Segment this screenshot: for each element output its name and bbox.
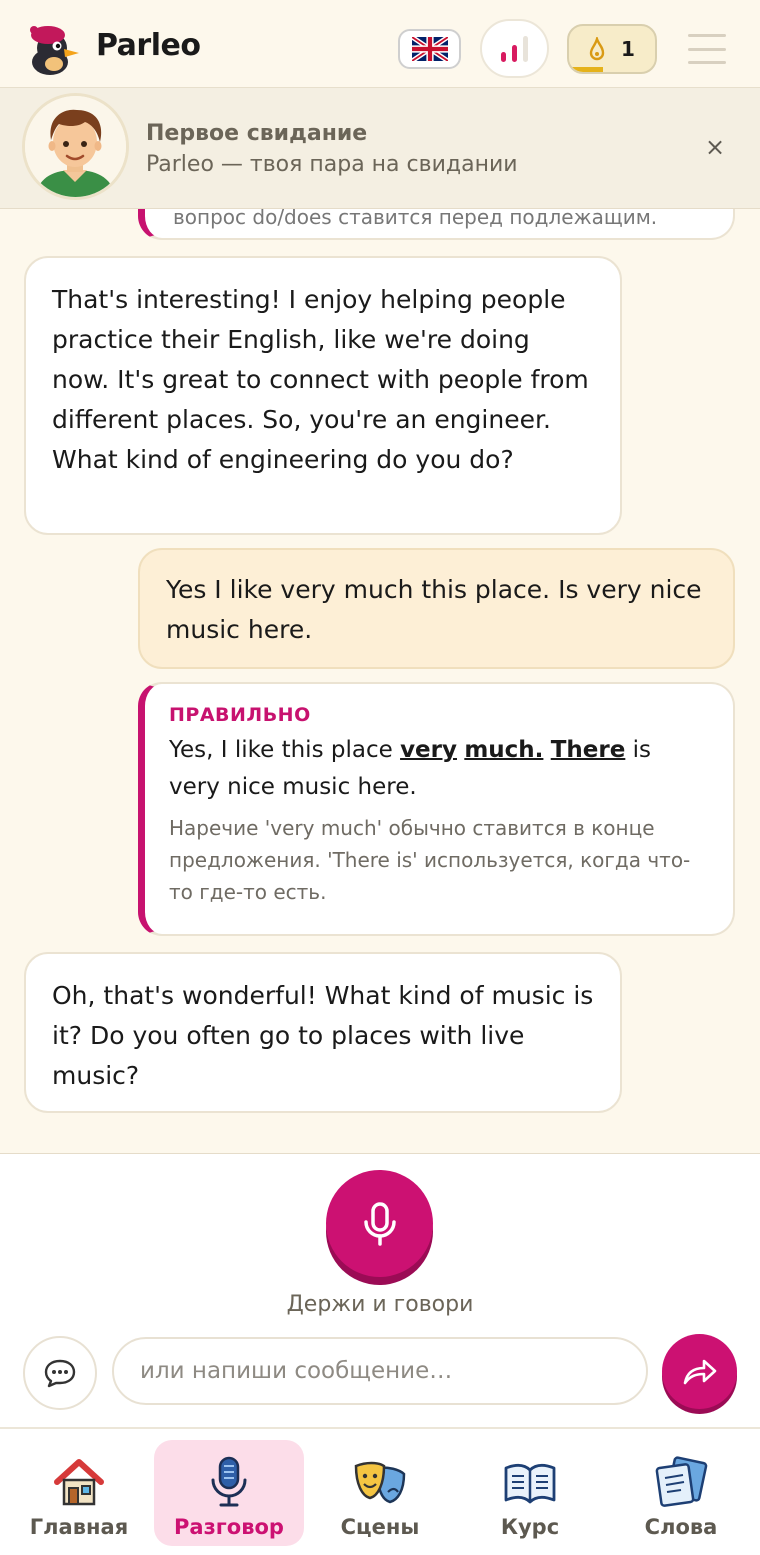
- bot-message-text: That's interesting! I enjoy helping peop…: [52, 285, 589, 474]
- nav-label: Разговор: [174, 1515, 284, 1539]
- nav-item-words[interactable]: Слова: [606, 1440, 756, 1546]
- nav-label: Главная: [29, 1515, 129, 1539]
- message-input[interactable]: [112, 1337, 648, 1405]
- nav-label: Сцены: [340, 1515, 420, 1539]
- text-chat-toggle-button[interactable]: [23, 1336, 97, 1410]
- correction-label: ПРАВИЛЬНО: [169, 704, 311, 726]
- send-arrow-icon: [683, 1359, 716, 1384]
- bot-message-text: Oh, that's wonderful! What kind of music…: [52, 981, 594, 1090]
- close-icon[interactable]: ×: [700, 132, 730, 162]
- correction-bubble-partial: вопрос do/does ставится перед подлежащим…: [138, 209, 735, 240]
- nav-label: Курс: [500, 1515, 560, 1539]
- hold-to-talk-button[interactable]: [326, 1170, 433, 1285]
- input-area: Держи и говори: [0, 1153, 760, 1427]
- scenario-subtitle: Parleo — твоя пара на свидании: [146, 152, 518, 177]
- app-header: Parleo 1: [0, 0, 760, 88]
- hold-to-talk-label: Держи и говори: [286, 1292, 474, 1317]
- bottom-navigation: Главная Разговор Сцены Курс Слова: [0, 1427, 760, 1555]
- open-book-icon: [504, 1463, 556, 1504]
- house-icon: [54, 1459, 104, 1506]
- flashcards-icon: [655, 1456, 708, 1507]
- flame-icon: [589, 37, 605, 61]
- streak-button[interactable]: 1: [567, 24, 657, 74]
- nav-item-home[interactable]: Главная: [4, 1440, 154, 1546]
- corrected-sentence: Yes, I like this place very much. There …: [169, 732, 709, 806]
- corrected-highlight: very: [400, 737, 457, 763]
- bar-chart-icon: [500, 35, 528, 62]
- parleo-bird-logo-icon[interactable]: [24, 22, 80, 76]
- nav-item-course[interactable]: Курс: [455, 1440, 605, 1546]
- nav-item-scenes[interactable]: Сцены: [305, 1440, 455, 1546]
- microphone-icon: [363, 1201, 396, 1246]
- bot-message: Oh, that's wonderful! What kind of music…: [24, 952, 622, 1113]
- chat-bubble-icon: [44, 1359, 76, 1388]
- partner-avatar: [22, 93, 129, 200]
- correction-note: Наречие 'very much' обычно ставится в ко…: [169, 816, 691, 904]
- chat-messages: вопрос do/does ставится перед подлежащим…: [0, 209, 760, 1153]
- correction-bubble: ПРАВИЛЬНО Yes, I like this place very mu…: [138, 682, 735, 936]
- brand-name[interactable]: Parleo: [96, 28, 201, 63]
- send-button[interactable]: [662, 1334, 737, 1414]
- progress-stats-button[interactable]: [480, 19, 549, 78]
- scenario-banner: Первое свидание Parleo — твоя пара на св…: [0, 88, 760, 209]
- streak-count: 1: [621, 37, 635, 61]
- streak-progress-bar: [569, 67, 604, 72]
- corrected-highlight: There: [550, 737, 626, 763]
- hamburger-menu-icon[interactable]: [688, 34, 726, 64]
- user-message-text: Yes I like very much this place. Is very…: [166, 575, 702, 644]
- nav-label: Слова: [644, 1515, 718, 1539]
- corrected-highlight: much.: [464, 737, 544, 763]
- correction-note: вопрос do/does ставится перед подлежащим…: [173, 209, 658, 229]
- uk-flag-icon: [411, 37, 448, 61]
- bot-message: That's interesting! I enjoy helping peop…: [24, 256, 622, 535]
- microphone-icon: [211, 1456, 247, 1507]
- scenario-title: Первое свидание: [146, 121, 368, 146]
- language-selector-button[interactable]: [398, 29, 461, 69]
- nav-item-conversation[interactable]: Разговор: [154, 1440, 304, 1546]
- corrected-text-before: Yes, I like this place: [169, 737, 401, 763]
- user-message: Yes I like very much this place. Is very…: [138, 548, 735, 669]
- theater-masks-icon: [354, 1461, 406, 1504]
